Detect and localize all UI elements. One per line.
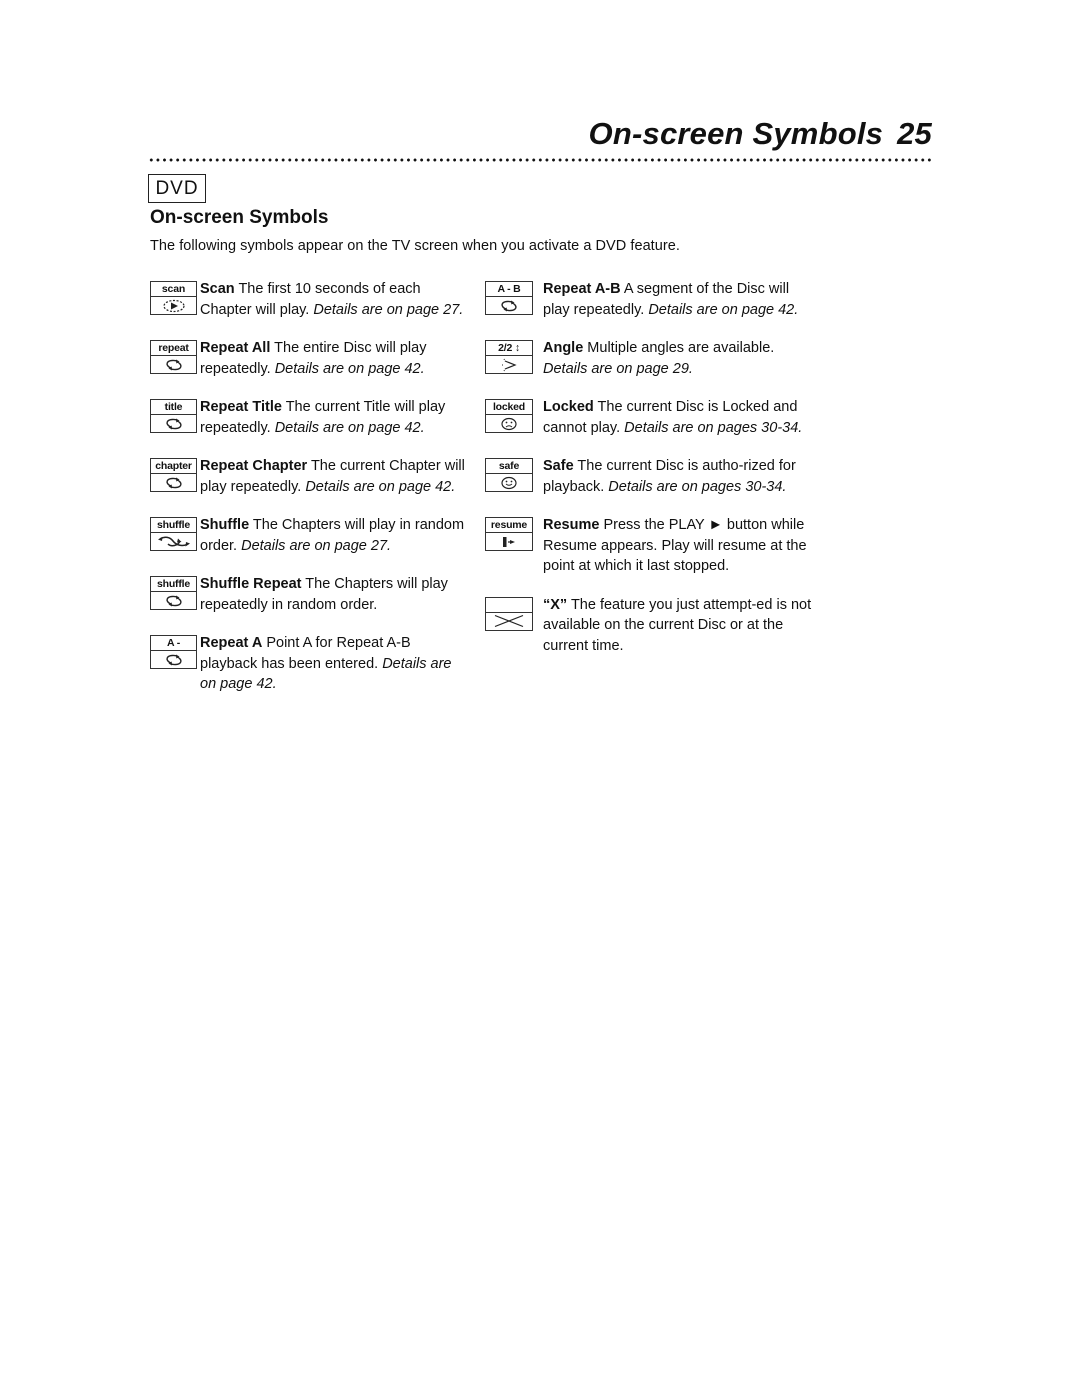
symbol-name: Safe xyxy=(543,458,574,474)
page-reference: Details are on page 42. xyxy=(274,419,425,436)
symbol-label: A - xyxy=(151,636,196,651)
dotted-divider xyxy=(148,157,933,163)
repeat-arrows-icon xyxy=(151,356,196,373)
symbol-description: Scan The first 10 seconds of each Chapte… xyxy=(197,279,470,320)
page-reference: Details are on page 27. xyxy=(241,537,392,554)
symbol-entry-x: “X” The feature you just attempt-ed is n… xyxy=(485,595,815,657)
symbol-box: title xyxy=(150,399,197,433)
symbol-description: Angle Multiple angles are available. Det… xyxy=(533,338,815,379)
symbol-label xyxy=(486,598,532,613)
symbol-description: Shuffle The Chapters will play in random… xyxy=(197,515,470,556)
sad-face-icon xyxy=(486,415,532,432)
symbol-box: A - xyxy=(150,635,197,669)
symbol-desc: The feature you just attempt-ed is not a… xyxy=(543,596,812,654)
page-reference: Details are on page 42. xyxy=(274,360,425,377)
repeat-arrows-icon xyxy=(151,592,196,609)
page-reference: Details are on pages 30-34. xyxy=(608,478,787,495)
resume-play-icon xyxy=(486,533,532,550)
symbol-label: locked xyxy=(486,400,532,415)
dvd-badge: DVD xyxy=(148,174,206,203)
symbol-name: Repeat A xyxy=(200,635,263,651)
symbol-entry-safe: safe Safe The current Disc is autho-rized… xyxy=(485,456,815,497)
symbol-entry-repeat-title: title Repeat Title The current Title will… xyxy=(150,397,470,438)
symbol-description: Locked The current Disc is Locked and ca… xyxy=(533,397,815,438)
symbol-description: Resume Press the PLAY ► button while Res… xyxy=(533,515,815,577)
left-column: scan Scan The first 10 seconds of each Ch… xyxy=(150,279,470,713)
page-reference: Details are on page 29. xyxy=(543,360,693,377)
symbol-box: repeat xyxy=(150,340,197,374)
symbol-entry-shuffle-repeat: shuffle Shuffle Repeat The Chapters will … xyxy=(150,574,470,615)
symbol-desc: Multiple angles are available. xyxy=(583,340,775,356)
symbol-description: “X” The feature you just attempt-ed is n… xyxy=(533,595,815,657)
right-column: A - B Repeat A-B A segment of the Disc wi… xyxy=(485,279,815,674)
symbol-label: shuffle xyxy=(151,518,196,533)
symbol-description: Repeat A-B A segment of the Disc will pl… xyxy=(533,279,815,320)
symbol-entry-resume: resume Resume Press the PLAY ► button whi… xyxy=(485,515,815,577)
symbol-description: Repeat All The entire Disc will play rep… xyxy=(197,338,470,379)
page-number: 25 xyxy=(897,116,932,151)
symbol-label: 2/2 ↕ xyxy=(486,341,532,356)
symbol-entry-angle: 2/2 ↕ Angle Multiple angles are available… xyxy=(485,338,815,379)
symbol-name: Scan xyxy=(200,281,235,297)
symbol-box: 2/2 ↕ xyxy=(485,340,533,374)
symbol-name: Resume xyxy=(543,517,600,533)
page-reference: Details are on page 42. xyxy=(305,478,456,495)
repeat-arrows-icon xyxy=(151,474,196,491)
repeat-arrows-icon xyxy=(486,297,532,314)
symbol-description: Repeat Chapter The current Chapter will … xyxy=(197,456,470,497)
symbol-box: locked xyxy=(485,399,533,433)
x-cross-icon xyxy=(486,613,532,630)
symbol-entry-locked: locked Locked The current Disc is Locked … xyxy=(485,397,815,438)
symbol-description: Repeat A Point A for Repeat A-B playback… xyxy=(197,633,470,695)
symbol-description: Safe The current Disc is autho-rized for… xyxy=(533,456,815,497)
symbol-label: A - B xyxy=(486,282,532,297)
symbol-box: resume xyxy=(485,517,533,551)
symbol-label: repeat xyxy=(151,341,196,356)
symbol-box: A - B xyxy=(485,281,533,315)
symbol-name: Locked xyxy=(543,399,594,415)
page-header: On-screen Symbols 25 xyxy=(589,116,932,152)
symbol-label: scan xyxy=(151,282,196,297)
symbol-name: Repeat All xyxy=(200,340,271,356)
symbol-name: “X” xyxy=(543,596,568,613)
symbol-box: shuffle xyxy=(150,576,197,610)
page-header-title: On-screen Symbols xyxy=(588,116,884,151)
scan-play-icon xyxy=(151,297,196,314)
symbol-entry-repeat-chapter: chapter Repeat Chapter The current Chapte… xyxy=(150,456,470,497)
shuffle-arrows-icon xyxy=(151,533,196,550)
symbol-box xyxy=(485,596,533,631)
page-reference: Details are on pages 30-34. xyxy=(624,419,803,436)
symbol-box: shuffle xyxy=(150,517,197,551)
symbol-label: shuffle xyxy=(151,577,196,592)
angle-camera-icon xyxy=(486,356,532,373)
symbol-label: resume xyxy=(486,518,532,533)
smiley-face-icon xyxy=(486,474,532,491)
symbol-name: Shuffle Repeat xyxy=(200,576,302,592)
repeat-arrows-icon xyxy=(151,415,196,432)
symbol-entry-repeat-all: repeat Repeat All The entire Disc will pl… xyxy=(150,338,470,379)
symbol-entry-repeat-a-b: A - B Repeat A-B A segment of the Disc wi… xyxy=(485,279,815,320)
repeat-arrows-icon xyxy=(151,651,196,668)
symbol-name: Repeat A-B xyxy=(543,281,621,297)
symbol-description: Shuffle Repeat The Chapters will play re… xyxy=(197,574,470,615)
symbol-entry-shuffle: shuffle Shuffle The Chapters will play in… xyxy=(150,515,470,556)
symbol-name: Repeat Title xyxy=(200,399,282,415)
page-reference: Details are on page 42. xyxy=(648,301,799,318)
section-title: On-screen Symbols xyxy=(150,207,329,228)
symbol-entry-scan: scan Scan The first 10 seconds of each Ch… xyxy=(150,279,470,320)
symbol-name: Angle xyxy=(543,340,584,356)
symbol-name: Shuffle xyxy=(200,517,250,533)
intro-text: The following symbols appear on the TV s… xyxy=(150,238,680,254)
symbol-box: scan xyxy=(150,281,197,315)
symbol-description: Repeat Title The current Title will play… xyxy=(197,397,470,438)
symbol-box: chapter xyxy=(150,458,197,492)
symbol-entry-repeat-a: A - Repeat A Point A for Repeat A-B playb… xyxy=(150,633,470,695)
symbol-name: Repeat Chapter xyxy=(200,458,308,474)
page-reference: Details are on page 27. xyxy=(313,301,464,318)
symbol-label: safe xyxy=(486,459,532,474)
symbol-label: title xyxy=(151,400,196,415)
symbol-label: chapter xyxy=(151,459,196,474)
symbol-box: safe xyxy=(485,458,533,492)
manual-page: On-screen Symbols 25 DVD On-screen Symbo… xyxy=(0,0,1080,1397)
